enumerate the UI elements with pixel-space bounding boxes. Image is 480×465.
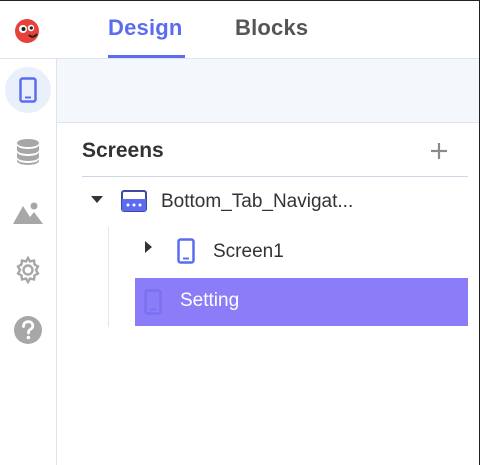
tree-indent-guide [108, 227, 109, 327]
phone-icon [19, 77, 37, 103]
sidebar-item-data[interactable] [5, 129, 51, 175]
tree-item-bottom-tab-navigator[interactable]: Bottom_Tab_Navigat... [161, 191, 353, 213]
top-bar: Design Blocks [0, 1, 479, 59]
sidebar-item-screens[interactable] [5, 67, 51, 113]
phone-icon [177, 238, 195, 264]
gear-icon [16, 256, 40, 284]
screens-divider [82, 176, 468, 177]
sidebar-item-help[interactable] [5, 307, 51, 353]
image-icon [13, 202, 43, 224]
left-icon-rail [0, 59, 57, 465]
tab-navigator-icon [121, 190, 147, 212]
sidebar-item-settings[interactable] [5, 247, 51, 293]
database-icon [17, 139, 39, 165]
tree-item-setting-label: Setting [180, 290, 240, 311]
screens-panel-title: Screens [82, 139, 164, 162]
expand-caret-down-icon[interactable] [91, 196, 103, 203]
plus-icon[interactable] [429, 141, 449, 161]
toolbar-strip [57, 59, 479, 123]
sidebar-item-media[interactable] [5, 189, 51, 235]
tree-item-screen1[interactable]: Screen1 [213, 241, 284, 263]
help-icon [14, 316, 42, 344]
app-logo-icon[interactable] [14, 18, 40, 44]
tab-design[interactable]: Design [108, 15, 183, 41]
tab-design-active-indicator [108, 55, 185, 58]
tab-blocks[interactable]: Blocks [235, 15, 308, 41]
app-window: Design Blocks Screens Bottom_Tab_Navigat… [0, 0, 480, 465]
expand-caret-right-icon[interactable] [145, 241, 152, 253]
phone-icon [144, 289, 162, 315]
